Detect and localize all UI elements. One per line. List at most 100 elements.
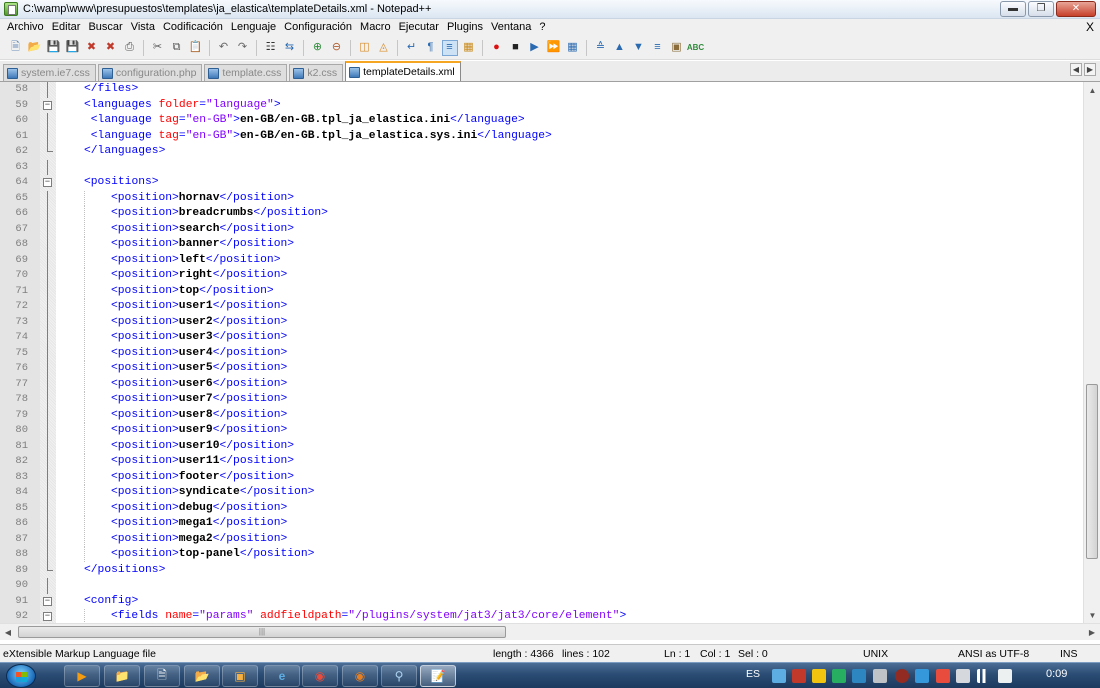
- code-line[interactable]: 86 <position>mega1</position>: [0, 516, 1082, 532]
- menu-ventana[interactable]: Ventana: [487, 19, 535, 36]
- run-macro-multiple-icon[interactable]: ⏩: [546, 40, 562, 56]
- tray-network-icon[interactable]: [772, 669, 786, 683]
- show-all-chars-icon[interactable]: ¶: [423, 40, 439, 56]
- code-line[interactable]: 83 <position>footer</position>: [0, 469, 1082, 485]
- tray-blue-icon[interactable]: [852, 669, 866, 683]
- fold-toggle-icon[interactable]: −: [43, 596, 52, 606]
- start-button[interactable]: [6, 664, 36, 688]
- signal-icon[interactable]: [977, 669, 991, 683]
- sync-vertical-icon[interactable]: ◫: [357, 40, 373, 56]
- code-line[interactable]: 80 <position>user9</position>: [0, 423, 1082, 439]
- word-wrap-icon[interactable]: ↵: [404, 40, 420, 56]
- code-line[interactable]: 71 <position>top</position>: [0, 283, 1082, 299]
- network-app-icon[interactable]: ⚲: [381, 665, 417, 687]
- volume-icon[interactable]: [998, 669, 1012, 683]
- zoom-in-icon[interactable]: ⊕: [310, 40, 326, 56]
- code-line[interactable]: 88 <position>top-panel</position>: [0, 547, 1082, 563]
- code-line[interactable]: 76 <position>user5</position>: [0, 361, 1082, 377]
- code-line[interactable]: 58 </files>: [0, 82, 1082, 98]
- vertical-scrollbar[interactable]: ▲ ▼: [1083, 82, 1100, 623]
- code-line[interactable]: 77 <position>user6</position>: [0, 376, 1082, 392]
- media-player-icon[interactable]: ▶: [64, 665, 100, 687]
- tab-template-css[interactable]: template.css: [204, 64, 288, 81]
- tray-wamp-icon[interactable]: [812, 669, 826, 683]
- menu-configuracion[interactable]: Configuración: [280, 19, 356, 36]
- scroll-down-icon[interactable]: ▼: [1084, 607, 1100, 623]
- menu-buscar[interactable]: Buscar: [84, 19, 126, 36]
- scroll-up-icon[interactable]: ▲: [1084, 82, 1100, 98]
- save-all-icon[interactable]: 💾: [65, 40, 81, 56]
- next-bookmark-icon[interactable]: ▼: [631, 40, 647, 56]
- close-document-button[interactable]: X: [1086, 19, 1094, 36]
- wamp-icon[interactable]: ▣: [222, 665, 258, 687]
- chrome-icon[interactable]: ◉: [302, 665, 338, 687]
- replace-icon[interactable]: ⇆: [282, 40, 298, 56]
- code-line[interactable]: 78 <position>user7</position>: [0, 392, 1082, 408]
- code-line[interactable]: 87 <position>mega2</position>: [0, 531, 1082, 547]
- zoom-out-icon[interactable]: ⊖: [329, 40, 345, 56]
- doc-map-icon[interactable]: ▦: [461, 40, 477, 56]
- code-line[interactable]: 91 − <config>: [0, 594, 1082, 610]
- fold-toggle-icon[interactable]: −: [43, 100, 52, 110]
- menu-lenguaje[interactable]: Lenguaje: [227, 19, 280, 36]
- open-file-icon[interactable]: 📂: [27, 40, 43, 56]
- play-macro-icon[interactable]: ▶: [527, 40, 543, 56]
- code-line[interactable]: 59 − <languages folder="language">: [0, 98, 1082, 114]
- undo-icon[interactable]: ↶: [216, 40, 232, 56]
- launch-browser-icon[interactable]: ▣: [669, 40, 685, 56]
- stop-macro-icon[interactable]: ■: [508, 40, 524, 56]
- code-line[interactable]: 82 <position>user11</position>: [0, 454, 1082, 470]
- menu-vista[interactable]: Vista: [127, 19, 159, 36]
- maximize-button[interactable]: ❐: [1028, 1, 1054, 17]
- tab-k2-css[interactable]: k2.css: [289, 64, 344, 81]
- menu-macro[interactable]: Macro: [356, 19, 395, 36]
- menu-archivo[interactable]: Archivo: [3, 19, 48, 36]
- horizontal-scrollbar[interactable]: ◀ ||| ▶: [0, 623, 1100, 640]
- tray-gray-icon[interactable]: [873, 669, 887, 683]
- folder-icon[interactable]: 📂: [184, 665, 220, 687]
- code-line[interactable]: 92 − <fields name="params" addfieldpath="/…: [0, 609, 1082, 623]
- code-line[interactable]: 63: [0, 159, 1082, 175]
- clock[interactable]: 0:09: [1046, 668, 1067, 680]
- code-line[interactable]: 73 <position>user2</position>: [0, 314, 1082, 330]
- fold-toggle-icon[interactable]: −: [43, 178, 52, 187]
- firefox-icon[interactable]: ◉: [342, 665, 378, 687]
- close-all-icon[interactable]: ✖: [103, 40, 119, 56]
- editor-area[interactable]: 58 </files> 59− <languages folder="language…: [0, 82, 1100, 623]
- new-file-icon[interactable]: 🗎: [8, 40, 24, 56]
- menu-codificacion[interactable]: Codificación: [159, 19, 227, 36]
- code-line[interactable]: 79 <position>user8</position>: [0, 407, 1082, 423]
- cut-icon[interactable]: ✂: [150, 40, 166, 56]
- indent-guide-icon[interactable]: ≡: [441, 39, 458, 56]
- code-line[interactable]: 68 <position>banner</position>: [0, 237, 1082, 253]
- code-line[interactable]: 70 <position>right</position>: [0, 268, 1082, 284]
- menu-editar[interactable]: Editar: [48, 19, 85, 36]
- code-line[interactable]: 69 <position>left</position>: [0, 252, 1082, 268]
- fold-toggle-icon[interactable]: −: [43, 612, 52, 621]
- menu-help[interactable]: ?: [535, 19, 549, 36]
- tab-system-ie7-css[interactable]: system.ie7.css: [3, 64, 96, 81]
- vertical-scroll-thumb[interactable]: [1086, 384, 1098, 559]
- ie-icon[interactable]: e: [264, 665, 300, 687]
- document-icon[interactable]: 🗎: [144, 665, 180, 687]
- sync-horizontal-icon[interactable]: ◬: [376, 40, 392, 56]
- scroll-right-icon[interactable]: ▶: [1084, 624, 1100, 640]
- code-line[interactable]: 75 <position>user4</position>: [0, 345, 1082, 361]
- tab-scroll-right-icon[interactable]: ▶: [1084, 63, 1096, 76]
- tab-configuration-php[interactable]: configuration.php: [97, 64, 203, 81]
- prev-bookmark-icon[interactable]: ▲: [612, 40, 628, 56]
- tray-green-icon[interactable]: [832, 669, 846, 683]
- save-macro-icon[interactable]: ▦: [565, 40, 581, 56]
- notepadpp-taskbar-icon[interactable]: 📝: [420, 665, 456, 687]
- print-icon[interactable]: ⎙: [122, 40, 138, 56]
- code-line[interactable]: 60 <language tag="en-GB">en-GB/en-GB.tpl…: [0, 113, 1082, 129]
- tab-templatedetails-xml[interactable]: templateDetails.xml: [345, 61, 461, 81]
- code-line[interactable]: 89 </positions>: [0, 562, 1082, 579]
- code-line[interactable]: 62 </languages>: [0, 144, 1082, 160]
- code-line[interactable]: 81 <position>user10</position>: [0, 438, 1082, 454]
- record-macro-icon[interactable]: ●: [489, 40, 505, 56]
- close-icon[interactable]: ✖: [84, 40, 100, 56]
- code-lines[interactable]: 58 </files> 59− <languages folder="language…: [0, 82, 1082, 623]
- code-line[interactable]: 90: [0, 578, 1082, 594]
- collapse-icon[interactable]: ≙: [593, 40, 609, 56]
